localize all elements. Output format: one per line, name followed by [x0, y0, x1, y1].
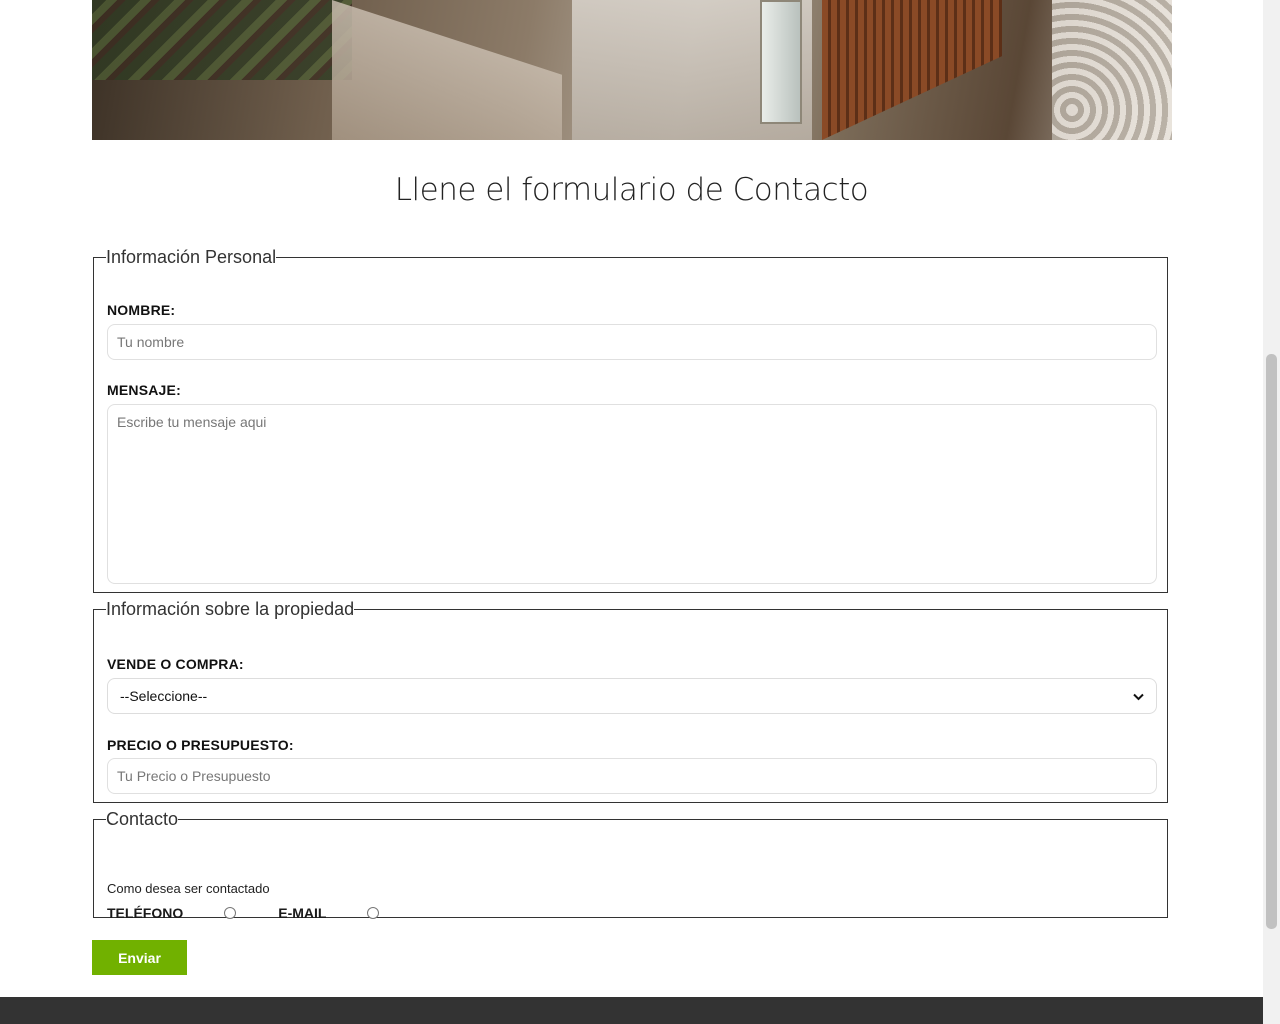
hero-image	[92, 0, 1172, 140]
phone-radio[interactable]	[224, 907, 237, 919]
footer	[0, 997, 1263, 1024]
contact-method-hint: Como desea ser contactado	[107, 881, 270, 896]
contact-method-options: TELÉFONO E-MAIL	[107, 905, 380, 921]
message-label: MENSAJE:	[107, 382, 181, 398]
scrollbar-thumb[interactable]	[1266, 354, 1277, 929]
sale-or-buy-label: VENDE O COMPRA:	[107, 656, 244, 672]
scrollbar[interactable]	[1263, 0, 1280, 1024]
name-label: NOMBRE:	[107, 302, 176, 318]
submit-button[interactable]: Enviar	[92, 940, 187, 975]
sale-or-buy-select[interactable]: --Seleccione--	[107, 678, 1157, 714]
phone-option-label: TELÉFONO	[107, 905, 184, 921]
sale-or-buy-selected-value: --Seleccione--	[120, 688, 208, 704]
page-title: Llene el formulario de Contacto	[394, 172, 869, 208]
message-textarea[interactable]	[107, 404, 1157, 584]
page: Llene el formulario de Contacto Informac…	[0, 0, 1263, 1024]
property-info-fieldset: Información sobre la propiedad VENDE O C…	[93, 599, 1168, 803]
name-input[interactable]	[107, 324, 1157, 360]
price-label: PRECIO O PRESUPUESTO:	[107, 737, 294, 753]
price-input[interactable]	[107, 758, 1157, 794]
property-info-legend: Información sobre la propiedad	[106, 599, 355, 619]
personal-info-fieldset: Información Personal NOMBRE: MENSAJE:	[93, 247, 1168, 593]
email-radio[interactable]	[367, 907, 380, 919]
contact-fieldset: Contacto Como desea ser contactado TELÉF…	[93, 809, 1168, 921]
chevron-down-icon	[1133, 689, 1144, 704]
email-option-label: E-MAIL	[278, 905, 327, 921]
personal-info-legend: Información Personal	[106, 247, 277, 267]
contact-legend: Contacto	[106, 809, 179, 829]
